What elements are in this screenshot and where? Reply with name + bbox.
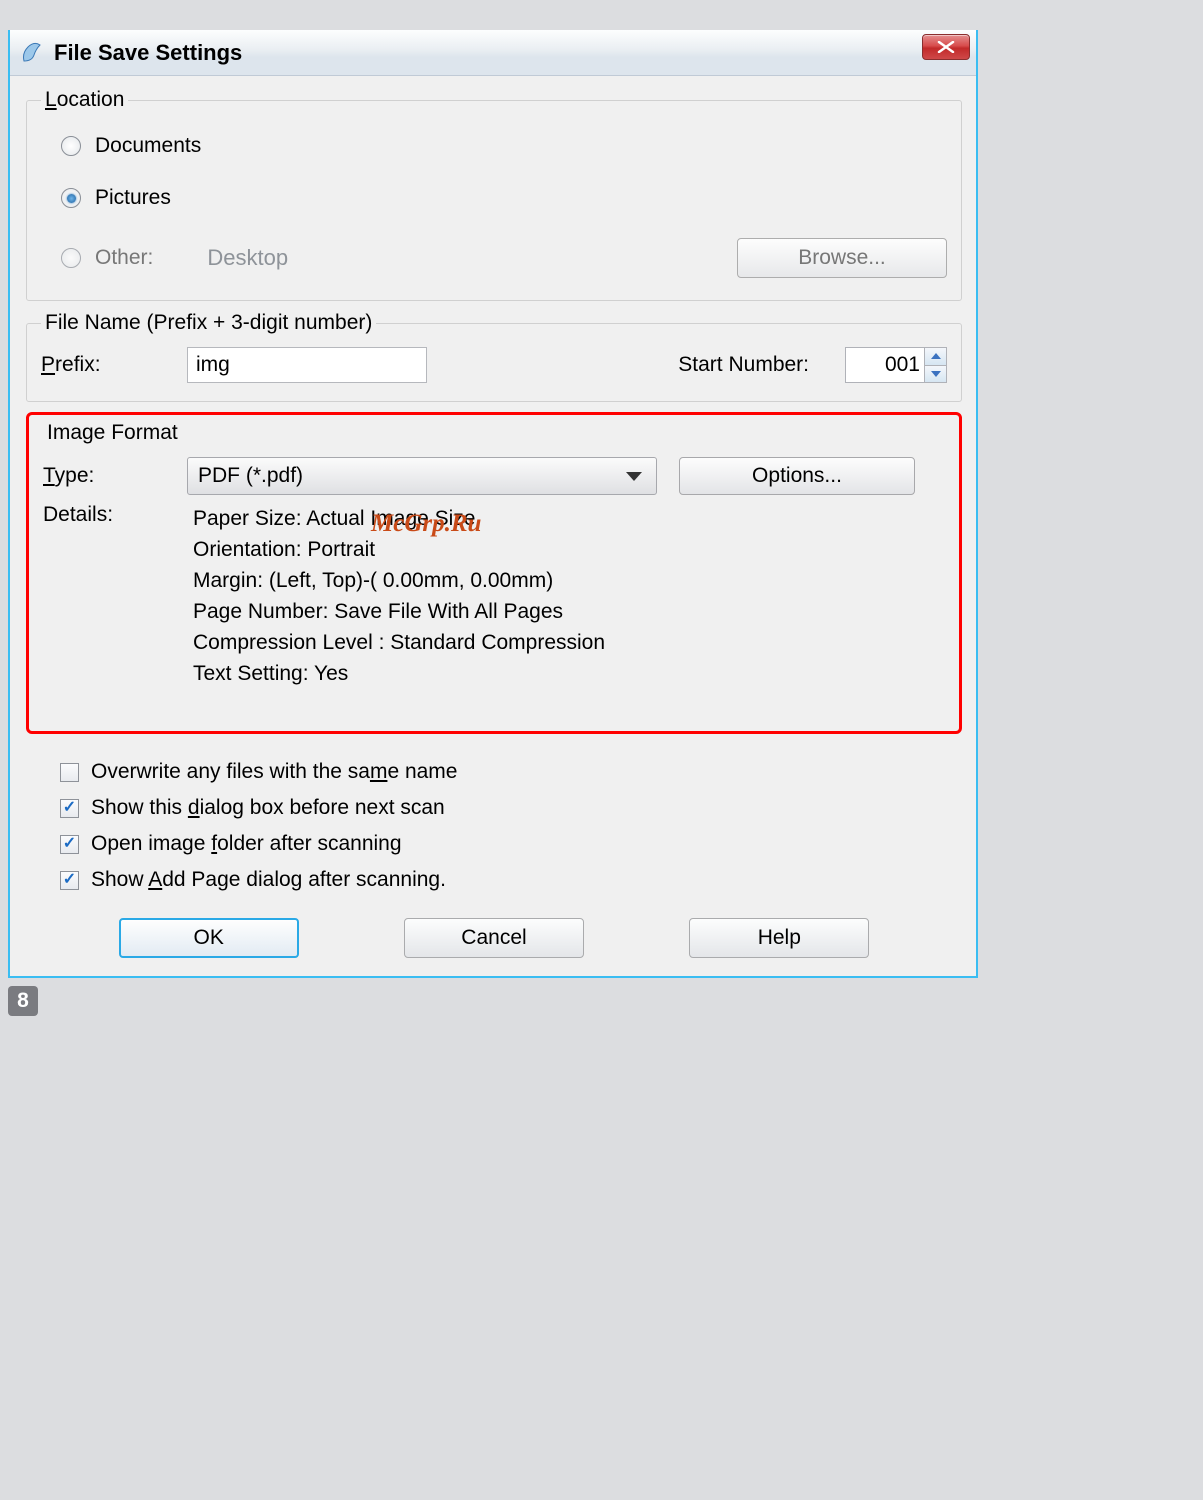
filename-group: File Name (Prefix + 3-digit number) Pref…	[26, 311, 962, 402]
start-number-label: Start Number:	[678, 353, 839, 377]
show-add-page-checkbox[interactable]	[60, 871, 79, 890]
show-dialog-checkbox[interactable]	[60, 799, 79, 818]
other-path: Desktop	[207, 245, 288, 271]
location-legend: Location	[41, 88, 128, 112]
start-number-input[interactable]	[846, 348, 924, 382]
app-icon	[18, 39, 46, 67]
close-button[interactable]	[922, 34, 970, 60]
chevron-down-icon	[931, 371, 941, 377]
other-radio[interactable]	[61, 248, 81, 268]
other-label: Other:	[95, 246, 153, 270]
window-title: File Save Settings	[54, 40, 242, 66]
spinner-down-button[interactable]	[925, 366, 946, 383]
highlight-box: Image Format Type: PDF (*.pdf) Options..…	[26, 412, 962, 734]
details-label: Details:	[43, 503, 193, 527]
button-bar: OK Cancel Help	[26, 904, 962, 958]
watermark-text: McGrp.Ru	[371, 508, 481, 539]
details-text: McGrp.Ru Paper Size: Actual Image Size O…	[193, 503, 605, 689]
prefix-label: Prefix:	[41, 353, 181, 377]
titlebar: File Save Settings	[10, 30, 976, 76]
prefix-input[interactable]	[187, 347, 427, 383]
cancel-button[interactable]: Cancel	[404, 918, 584, 958]
documents-radio[interactable]	[61, 136, 81, 156]
page-number-badge: 8	[8, 986, 38, 1016]
file-save-settings-dialog: File Save Settings Location Documents Pi…	[8, 30, 978, 978]
ok-button[interactable]: OK	[119, 918, 299, 958]
overwrite-label: Overwrite any files with the same name	[91, 760, 457, 784]
help-button[interactable]: Help	[689, 918, 869, 958]
show-add-page-label: Show Add Page dialog after scanning.	[91, 868, 446, 892]
chevron-up-icon	[931, 353, 941, 359]
spinner-up-button[interactable]	[925, 348, 946, 366]
type-dropdown[interactable]: PDF (*.pdf)	[187, 457, 657, 495]
browse-button[interactable]: Browse...	[737, 238, 947, 278]
options-button[interactable]: Options...	[679, 457, 915, 495]
pictures-radio[interactable]	[61, 188, 81, 208]
location-group: Location Documents Pictures Other: Deskt…	[26, 88, 962, 301]
documents-label: Documents	[95, 134, 201, 158]
open-folder-label: Open image folder after scanning	[91, 832, 402, 856]
type-label: Type:	[43, 464, 183, 488]
start-number-spinner	[845, 347, 947, 383]
pictures-label: Pictures	[95, 186, 171, 210]
image-format-group: Image Format Type: PDF (*.pdf) Options..…	[35, 421, 953, 693]
image-format-legend: Image Format	[43, 421, 182, 445]
open-folder-checkbox[interactable]	[60, 835, 79, 854]
show-dialog-label: Show this dialog box before next scan	[91, 796, 445, 820]
filename-legend: File Name (Prefix + 3-digit number)	[41, 311, 376, 335]
overwrite-checkbox[interactable]	[60, 763, 79, 782]
